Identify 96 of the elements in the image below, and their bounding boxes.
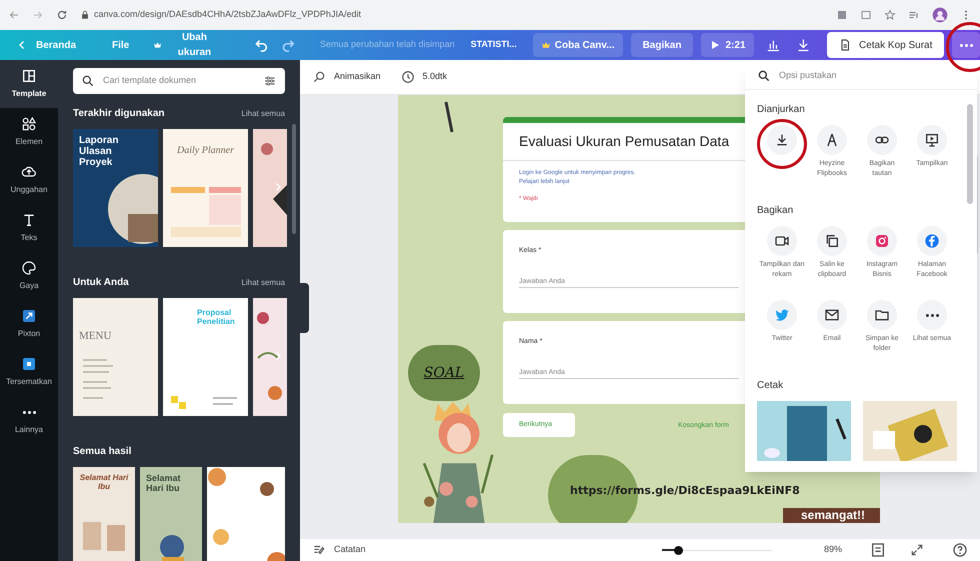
more-icon xyxy=(960,44,973,46)
zoom-slider[interactable] xyxy=(662,545,772,555)
print-button[interactable]: Cetak Kop Surat xyxy=(827,32,944,58)
save-status: Semua perubahan telah disimpan xyxy=(320,38,455,52)
crown-icon xyxy=(153,40,162,50)
extension-icon[interactable] xyxy=(860,9,872,21)
facebook-icon xyxy=(924,233,940,249)
extension-icon[interactable] xyxy=(836,9,848,21)
copy-icon xyxy=(824,233,840,249)
rail-tab[interactable]: Elemen xyxy=(0,108,58,156)
help-icon[interactable] xyxy=(952,542,968,558)
form-link-text: https://forms.gle/Di8cEspaa9LkEiNF8 xyxy=(570,483,800,499)
rail-tab[interactable]: Unggahan xyxy=(0,156,58,204)
resize-button[interactable]: Ubah ukuran xyxy=(145,33,230,57)
play-icon xyxy=(709,39,722,51)
search-field[interactable]: Cari template dokumen xyxy=(73,68,285,94)
lock-icon xyxy=(80,10,90,20)
template-thumbnail[interactable] xyxy=(253,129,287,247)
search-icon xyxy=(81,74,95,88)
avatar-icon[interactable] xyxy=(932,7,948,23)
see-all-link[interactable]: Lihat semua xyxy=(241,108,285,120)
download-icon[interactable] xyxy=(796,37,811,53)
notes-button[interactable]: Catatan xyxy=(312,543,366,557)
bird-icon xyxy=(774,307,790,323)
animate-button[interactable]: Animasikan xyxy=(312,70,381,84)
try-pro-button[interactable]: Coba Canv... xyxy=(532,33,623,57)
instagram-icon xyxy=(874,233,890,249)
template-title: Selamat Hari Ibu xyxy=(146,473,182,493)
playlist-icon[interactable] xyxy=(908,9,920,21)
rail-tab[interactable]: Lainnya xyxy=(0,396,58,444)
rail-tab[interactable]: Pixton xyxy=(0,300,58,348)
rail-tab[interactable]: Tersematkan xyxy=(0,348,58,396)
search-icon xyxy=(757,68,771,82)
share-action[interactable] xyxy=(767,125,797,155)
template-thumbnail[interactable] xyxy=(207,467,285,561)
scrollbar[interactable] xyxy=(292,124,296,234)
rail-tab[interactable]: Teks xyxy=(0,204,58,252)
animation-icon xyxy=(312,70,326,84)
search-field[interactable]: Opsi pustakan xyxy=(745,62,977,90)
template-thumbnail[interactable] xyxy=(163,129,248,247)
page-view-icon[interactable] xyxy=(870,542,886,558)
section-title: Terakhir digunakan xyxy=(73,107,165,121)
crown-icon xyxy=(540,40,551,50)
reload-icon[interactable] xyxy=(56,9,68,21)
collapse-handle[interactable] xyxy=(300,283,309,333)
clock-icon xyxy=(400,70,415,84)
template-thumbnail[interactable] xyxy=(163,298,248,416)
rail-tab[interactable]: Template xyxy=(0,60,58,108)
document-icon xyxy=(839,39,851,51)
design-title[interactable]: STATISTI... xyxy=(462,33,525,57)
palette-icon xyxy=(21,260,37,276)
slider-thumb[interactable] xyxy=(674,546,684,554)
form-title: Evaluasi Ukuran Pemusatan Data xyxy=(519,132,730,151)
template-thumbnail[interactable] xyxy=(140,467,202,561)
section-title: Dianjurkan xyxy=(757,103,806,117)
back-icon[interactable] xyxy=(8,9,20,21)
template-thumbnail[interactable] xyxy=(253,298,287,416)
more-button[interactable] xyxy=(952,32,980,58)
section-title: Bagikan xyxy=(757,204,794,218)
notes-icon xyxy=(312,543,326,557)
template-title: Laporan Ulasan Proyek xyxy=(79,135,120,168)
bubble-text: SOAL xyxy=(424,364,464,382)
see-all-link[interactable]: Lihat semua xyxy=(241,276,285,288)
star-icon[interactable] xyxy=(884,9,896,21)
email-icon xyxy=(824,307,840,323)
app-icon xyxy=(21,308,37,324)
address-bar[interactable]: canva.com/design/DAEsdb4CHhA/2tsbZJaAwDFlz_VPDPhJIA/edit xyxy=(94,8,361,22)
shapes-icon xyxy=(21,116,37,132)
filter-icon xyxy=(263,74,277,88)
fullscreen-icon[interactable] xyxy=(910,543,924,557)
template-title: MENU xyxy=(79,329,112,344)
app-icon xyxy=(21,356,37,372)
banner-text: semangat!! xyxy=(800,508,865,523)
template-title: Selamat Hari Ibu xyxy=(79,473,129,491)
search-input[interactable]: Cari template dokumen xyxy=(103,74,255,88)
section-title: Cetak xyxy=(757,379,784,393)
template-icon xyxy=(21,68,37,84)
share-button[interactable]: Bagikan xyxy=(630,33,694,57)
more-icon xyxy=(22,410,36,414)
presentation-icon xyxy=(924,132,940,148)
redo-icon[interactable] xyxy=(281,37,296,53)
rail-tab[interactable]: Gaya xyxy=(0,252,58,300)
template-title: Proposal Penelitian xyxy=(197,308,236,326)
zoom-level: 89% xyxy=(824,543,842,556)
template-thumbnail[interactable] xyxy=(73,467,135,561)
more-icon xyxy=(926,314,938,316)
line-stroke-drawing xyxy=(444,100,454,135)
scrollbar[interactable] xyxy=(967,104,973,204)
template-title: Daily Planner xyxy=(176,144,235,158)
play-button[interactable]: 2:21 xyxy=(701,33,754,57)
search-input[interactable]: Opsi pustakan xyxy=(779,68,965,82)
template-thumbnail[interactable] xyxy=(73,129,158,247)
duration-button[interactable]: 5.0dtk xyxy=(400,70,448,84)
section-title: Untuk Anda xyxy=(73,276,129,290)
template-thumbnail[interactable] xyxy=(73,298,158,416)
section-title: Semua hasil xyxy=(73,445,132,459)
